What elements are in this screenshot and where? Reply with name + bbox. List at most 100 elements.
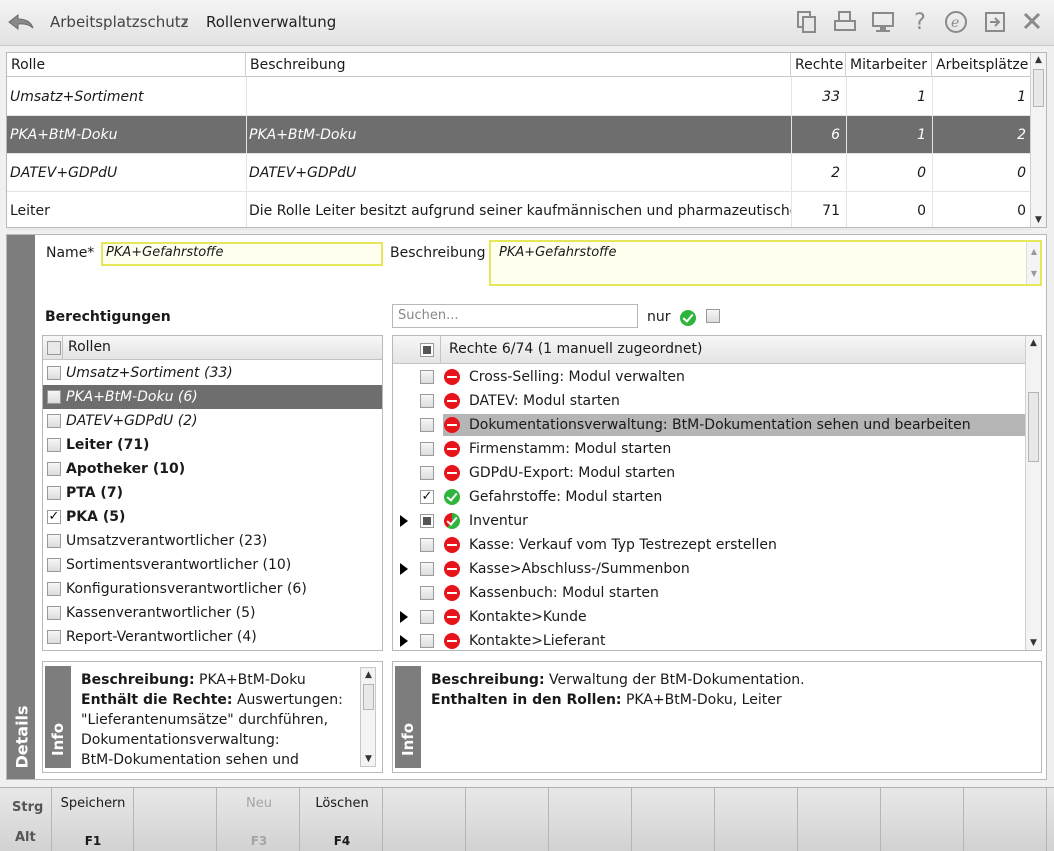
role-checkbox[interactable] <box>47 558 61 572</box>
table-row[interactable]: Leiter Die Rolle Leiter besitzt aufgrund … <box>7 192 1032 230</box>
monitor-icon[interactable] <box>870 10 896 36</box>
list-item[interactable]: ✓ Gefahrstoffe: Modul starten <box>393 485 1025 509</box>
function-key-2[interactable] <box>135 788 217 851</box>
right-checkbox[interactable] <box>420 538 434 552</box>
right-checkbox[interactable] <box>420 514 434 528</box>
list-item[interactable]: Firmenstamm: Modul starten <box>393 437 1025 461</box>
role-checkbox[interactable] <box>47 630 61 644</box>
right-checkbox[interactable]: ✓ <box>420 490 434 504</box>
scroll-down-icon[interactable]: ▼ <box>1031 213 1046 227</box>
list-item[interactable]: PKA+BtM-Doku (6) <box>43 385 382 409</box>
list-item[interactable]: PTA (7) <box>43 481 382 505</box>
copy-icon[interactable] <box>794 10 820 36</box>
beschreibung-input[interactable]: PKA+Gefahrstoffe ▲ ▼ <box>489 240 1042 286</box>
function-key-12[interactable] <box>965 788 1047 851</box>
e-icon[interactable]: e <box>943 10 969 36</box>
right-checkbox[interactable] <box>420 586 434 600</box>
right-checkbox[interactable] <box>420 610 434 624</box>
right-checkbox[interactable] <box>420 418 434 432</box>
table-row[interactable]: DATEV+GDPdU DATEV+GDPdU 2 0 0 <box>7 154 1032 192</box>
select-all-rights-checkbox[interactable] <box>420 343 434 357</box>
role-checkbox[interactable]: ✓ <box>47 510 61 524</box>
right-checkbox[interactable] <box>420 466 434 480</box>
function-key-11[interactable] <box>882 788 964 851</box>
table-row[interactable]: PKA+BtM-Doku PKA+BtM-Doku 6 1 2 <box>7 116 1032 154</box>
export-icon[interactable] <box>982 10 1008 36</box>
role-checkbox[interactable] <box>47 438 61 452</box>
function-key-3[interactable]: Neu F3 <box>218 788 300 851</box>
details-tab[interactable]: Details <box>7 235 35 779</box>
breadcrumb-parent[interactable]: Arbeitsplatzschutz <box>50 13 189 31</box>
right-checkbox[interactable] <box>420 442 434 456</box>
name-input[interactable]: PKA+Gefahrstoffe <box>101 242 383 266</box>
expand-arrow-icon[interactable] <box>400 563 408 575</box>
list-item[interactable]: GDPdU-Export: Modul starten <box>393 461 1025 485</box>
function-key-9[interactable] <box>716 788 798 851</box>
modifier-keys[interactable]: Strg Alt <box>0 788 52 851</box>
role-checkbox[interactable] <box>47 606 61 620</box>
beschreibung-scrollbar[interactable]: ▲ ▼ <box>1026 242 1040 284</box>
scroll-up-icon[interactable]: ▲ <box>1026 336 1041 350</box>
list-item[interactable]: Cross-Selling: Modul verwalten <box>393 365 1025 389</box>
list-item[interactable]: DATEV+GDPdU (2) <box>43 409 382 433</box>
right-checkbox[interactable] <box>420 562 434 576</box>
role-info-scrollbar[interactable]: ▲ ▼ <box>360 667 376 767</box>
table-row[interactable]: Umsatz+Sortiment 33 1 1 <box>7 78 1032 116</box>
back-button[interactable] <box>6 10 36 34</box>
expand-arrow-icon[interactable] <box>400 635 408 647</box>
role-checkbox[interactable] <box>47 390 61 404</box>
function-key-1[interactable]: Speichern F1 <box>52 788 134 851</box>
role-checkbox[interactable] <box>47 534 61 548</box>
select-all-roles-checkbox[interactable] <box>47 341 61 355</box>
list-item[interactable]: Kassenbuch: Modul starten <box>393 581 1025 605</box>
list-item[interactable]: Report-Verantwortlicher (4) <box>43 625 382 649</box>
list-item[interactable]: Kassenverantwortlicher (5) <box>43 601 382 625</box>
list-item[interactable]: Konfigurationsverantwortlicher (6) <box>43 577 382 601</box>
role-checkbox[interactable] <box>47 486 61 500</box>
list-item[interactable]: Umsatzverantwortlicher (23) <box>43 529 382 553</box>
column-header-beschreibung[interactable]: Beschreibung <box>246 53 791 77</box>
list-item[interactable]: Apotheker (10) <box>43 457 382 481</box>
close-icon[interactable] <box>1019 10 1045 36</box>
list-item[interactable]: Kasse>Abschluss-/Summenbon <box>393 557 1025 581</box>
function-key-8[interactable] <box>633 788 715 851</box>
function-key-10[interactable] <box>799 788 881 851</box>
strg-key[interactable]: Strg <box>12 800 43 815</box>
list-item[interactable]: Kontakte>Kunde <box>393 605 1025 629</box>
column-header-rechte[interactable]: Rechte <box>791 53 846 77</box>
list-item[interactable]: Inventur <box>393 509 1025 533</box>
right-checkbox[interactable] <box>420 394 434 408</box>
help-icon[interactable]: ? <box>907 10 933 36</box>
role-checkbox[interactable] <box>47 414 61 428</box>
scroll-thumb[interactable] <box>1033 69 1044 107</box>
nur-filter-checkbox[interactable] <box>706 309 720 323</box>
scroll-thumb[interactable] <box>1028 392 1039 462</box>
function-key-5[interactable] <box>384 788 466 851</box>
right-checkbox[interactable] <box>420 634 434 648</box>
print-icon[interactable] <box>832 10 858 36</box>
expand-arrow-icon[interactable] <box>400 611 408 623</box>
list-item[interactable]: Kasse: Verkauf vom Typ Testrezept erstel… <box>393 533 1025 557</box>
scroll-down-icon[interactable]: ▼ <box>361 752 376 766</box>
column-header-mitarbeiter[interactable]: Mitarbeiter <box>846 53 932 77</box>
scroll-up-icon[interactable]: ▲ <box>1031 53 1046 67</box>
scroll-down-icon[interactable]: ▼ <box>1026 636 1041 650</box>
list-item[interactable]: Leiter (71) <box>43 433 382 457</box>
column-header-arbeitsplaetze[interactable]: Arbeitsplätze <box>932 53 1032 77</box>
list-item[interactable]: Sortimentsverantwortlicher (10) <box>43 553 382 577</box>
list-item[interactable]: Dokumentationsverwaltung: BtM-Dokumentat… <box>393 413 1025 437</box>
role-checkbox[interactable] <box>47 582 61 596</box>
expand-arrow-icon[interactable] <box>400 515 408 527</box>
role-checkbox[interactable] <box>47 462 61 476</box>
right-checkbox[interactable] <box>420 370 434 384</box>
function-key-6[interactable] <box>467 788 549 851</box>
alt-key[interactable]: Alt <box>15 830 36 845</box>
search-input[interactable]: Suchen... <box>392 304 638 328</box>
scroll-up-icon[interactable]: ▲ <box>361 668 376 682</box>
list-item[interactable]: DATEV: Modul starten <box>393 389 1025 413</box>
function-key-7[interactable] <box>550 788 632 851</box>
list-item[interactable]: Kontakte>Lieferant <box>393 629 1025 653</box>
roles-table-scrollbar[interactable]: ▲ ▼ <box>1030 53 1046 227</box>
rights-list-scrollbar[interactable]: ▲ ▼ <box>1025 336 1041 650</box>
scroll-thumb[interactable] <box>363 684 374 710</box>
